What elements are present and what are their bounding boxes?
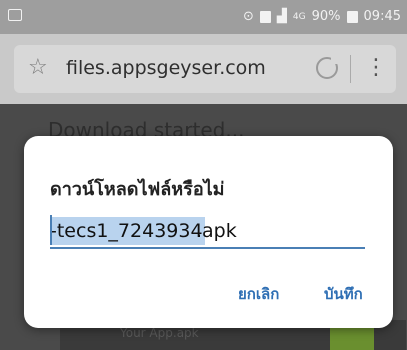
url-text[interactable]: files.appsgeyser.com [66,57,266,79]
signal-icon: ▟ [276,9,287,24]
dialog-title: ดาวน์โหลดไฟล์หรือไม่ [50,179,225,200]
reload-icon[interactable] [316,56,339,79]
bookmark-star-icon[interactable]: ☆ [28,55,48,80]
filename-selected-text[interactable]: -tecs1_7243934 [50,217,205,245]
status-indicators: ⊙ ▟ 4G 90% 09:45 [243,8,401,26]
download-dialog: ดาวน์โหลดไฟล์หรือไม่ -tecs1_7243934 .apk… [24,136,393,328]
download-item-label: Your App.apk [120,326,199,340]
divider [350,55,351,83]
image-icon [8,9,22,21]
alarm-icon: ⊙ [243,9,254,24]
network-type: 4G [292,12,306,22]
text-cursor [50,215,52,245]
address-bar[interactable]: ☆ files.appsgeyser.com ⋮ [14,45,396,93]
battery-percent: 90% [311,9,341,24]
overflow-menu-icon[interactable]: ⋮ [364,53,388,85]
status-bar: ⊙ ▟ 4G 90% 09:45 [0,0,407,34]
browser-toolbar: ☆ files.appsgeyser.com ⋮ [0,34,407,104]
filename-input[interactable]: -tecs1_7243934 .apk [50,215,365,249]
battery-icon [346,11,358,23]
save-button[interactable]: บันทึก [324,282,363,306]
filename-extension[interactable]: .apk [196,217,237,245]
clock: 09:45 [363,9,401,24]
cancel-button[interactable]: ยกเลิก [238,282,279,306]
notification-icon [259,11,271,23]
